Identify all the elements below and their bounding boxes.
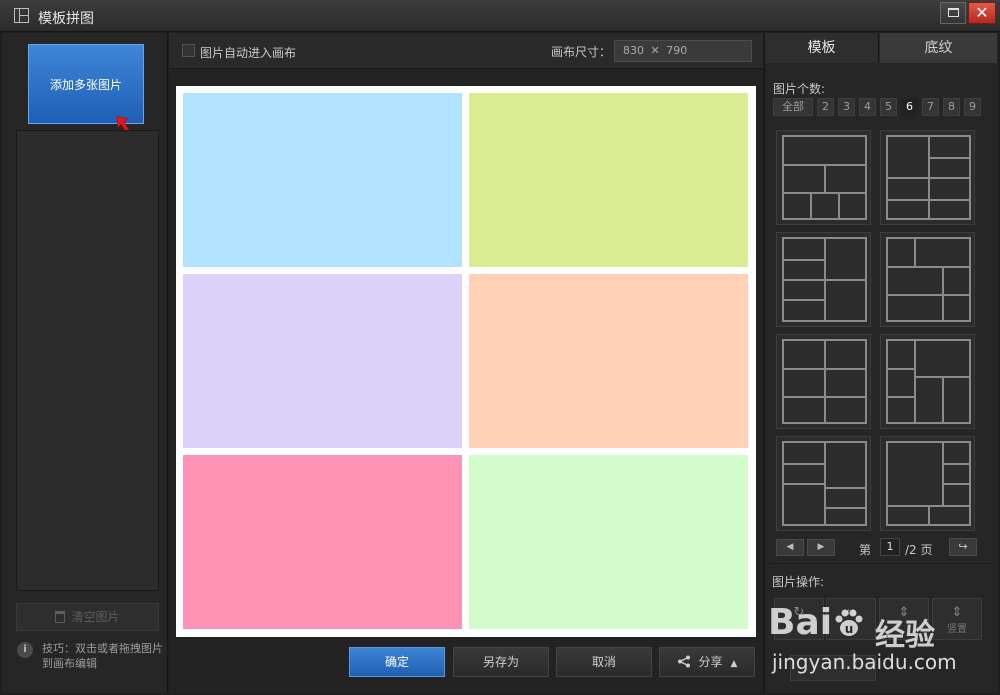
clear-images-button[interactable]: 清空图片 (16, 603, 159, 631)
template-layout-icon (782, 339, 867, 424)
title-bar (0, 0, 1000, 32)
canvas-size-field[interactable]: 830 ✕ 790 (614, 40, 752, 62)
canvas-size-label: 画布尺寸： (551, 45, 612, 59)
add-images-button[interactable]: 添加多张图片 (28, 44, 144, 124)
trash-icon (55, 611, 66, 623)
auto-enter-checkbox[interactable] (182, 44, 195, 57)
share-icon (677, 655, 690, 668)
template-layout-icon (782, 237, 867, 322)
save-as-button[interactable]: 另存为 (453, 647, 549, 677)
next-page-button[interactable]: ▶ (807, 539, 835, 556)
count-filter-8[interactable]: 8 (943, 98, 960, 116)
canvas-cell[interactable] (469, 455, 748, 629)
template-thumbnail[interactable] (880, 436, 975, 531)
auto-enter-label: 图片自动进入画布 (200, 46, 297, 60)
tip-text: 技巧：双击或者拖拽图片到画布编辑 (42, 642, 163, 670)
watermark-url: jingyan.baidu.com (772, 650, 957, 674)
watermark-jingyan: 经验 (875, 618, 935, 653)
template-layout-icon (782, 441, 867, 526)
template-thumbnail[interactable] (880, 130, 975, 225)
canvas-cell[interactable] (183, 455, 462, 629)
image-count-label: 图片个数: (773, 82, 826, 96)
template-thumbnail[interactable] (776, 232, 871, 327)
close-button[interactable]: ✕ (968, 2, 996, 24)
paw-icon: u (835, 609, 863, 636)
template-layout-icon (886, 441, 971, 526)
template-thumbnail[interactable] (880, 334, 975, 429)
template-layout-icon (782, 135, 867, 220)
template-layout-icon (886, 237, 971, 322)
template-layout-icon (886, 135, 971, 220)
count-filter-6[interactable]: 6 (901, 98, 918, 116)
cancel-button[interactable]: 取消 (556, 647, 652, 677)
template-app-icon (14, 8, 29, 23)
share-button[interactable]: 分享 ▲ (659, 647, 755, 677)
image-list[interactable] (16, 130, 159, 591)
page-total: /2 页 (905, 543, 933, 557)
count-filter-2[interactable]: 2 (817, 98, 834, 116)
page-number-input[interactable]: 1 (880, 538, 900, 556)
canvas-cell[interactable] (183, 93, 462, 267)
window-title: 模板拼图 (38, 11, 94, 27)
canvas-cell[interactable] (469, 274, 748, 448)
count-filter-3[interactable]: 3 (838, 98, 855, 116)
divider (770, 563, 992, 564)
template-layout-icon (886, 339, 971, 424)
maximize-icon (948, 8, 959, 17)
template-thumbnail[interactable] (776, 334, 871, 429)
image-operations-label: 图片操作: (772, 575, 825, 589)
count-filter-all[interactable]: 全部 (773, 98, 813, 116)
clear-images-label: 清空图片 (71, 610, 120, 624)
collage-canvas[interactable] (176, 86, 756, 637)
page-prefix: 第 (859, 543, 872, 557)
vertical-set-icon: ⇕ (951, 605, 963, 620)
template-thumbnail[interactable] (880, 232, 975, 327)
vertical-set-label: 竖置 (947, 624, 967, 635)
tab-template[interactable]: 模板 (765, 33, 879, 63)
maximize-button[interactable] (940, 2, 966, 24)
go-page-button[interactable]: ↪ (949, 538, 977, 556)
prev-page-button[interactable]: ◀ (776, 539, 804, 556)
confirm-button[interactable]: 确定 (349, 647, 445, 677)
baidu-logo: Bai u (768, 602, 866, 643)
tab-texture[interactable]: 底纹 (880, 33, 997, 63)
vertical-set-button[interactable]: ⇕ 竖置 (932, 598, 982, 640)
count-filter-9[interactable]: 9 (964, 98, 981, 116)
share-caret-icon: ▲ (730, 659, 738, 669)
template-thumbnail[interactable] (776, 130, 871, 225)
info-icon: i (17, 642, 33, 658)
svg-text:u: u (845, 622, 854, 636)
canvas-cell[interactable] (183, 274, 462, 448)
canvas-cell[interactable] (469, 93, 748, 267)
count-filter-5[interactable]: 5 (880, 98, 897, 116)
count-filter-4[interactable]: 4 (859, 98, 876, 116)
count-filter-7[interactable]: 7 (922, 98, 939, 116)
template-thumbnail[interactable] (776, 436, 871, 531)
share-label: 分享 (698, 655, 723, 669)
